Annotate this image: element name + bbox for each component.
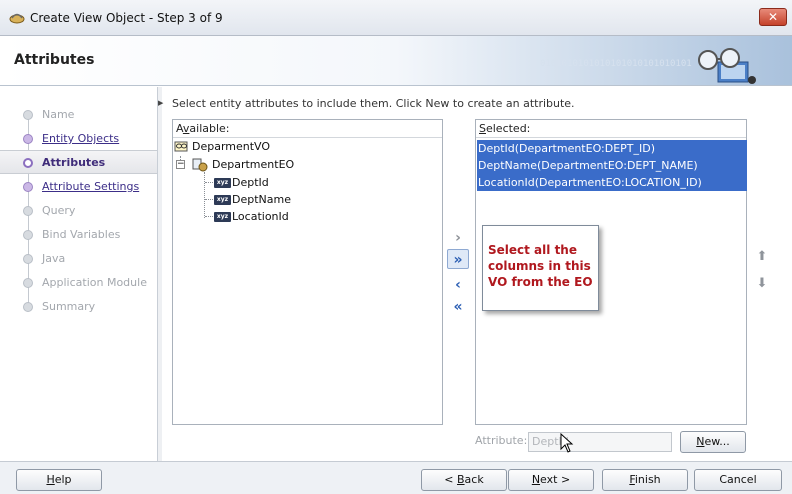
back-label: ack	[464, 473, 484, 486]
close-button[interactable]: ✕	[759, 8, 787, 26]
mouse-cursor-icon	[560, 433, 574, 453]
move-all-button[interactable]: »	[447, 249, 469, 269]
step-indicator-icon	[23, 206, 33, 216]
nav-step-java[interactable]: Java	[0, 247, 157, 271]
new-label: ew...	[704, 435, 730, 448]
selected-item[interactable]: LocationId(DepartmentEO:LOCATION_ID)	[477, 174, 747, 191]
view-object-icon	[698, 48, 756, 84]
new-button[interactable]: New...	[680, 431, 746, 453]
tree-node-attribute[interactable]: xyz DeptId	[214, 175, 334, 191]
next-button[interactable]: Next >	[508, 469, 594, 491]
attribute-field-label: Attribute:	[475, 434, 528, 447]
close-icon[interactable]: ✕	[768, 10, 778, 24]
title-bar: Create View Object - Step 3 of 9 ✕	[0, 0, 792, 36]
nav-step-label: Summary	[42, 300, 96, 313]
step-indicator-icon	[23, 158, 33, 168]
step-indicator-icon	[23, 254, 33, 264]
nav-step-application-module[interactable]: Application Module	[0, 271, 157, 295]
nav-step-query[interactable]: Query	[0, 199, 157, 223]
nav-step-label: Attributes	[42, 156, 106, 169]
tree-node-entity[interactable]: − DepartmentEO	[176, 157, 326, 173]
nav-splitter[interactable]: ▶	[158, 87, 163, 461]
back-button[interactable]: < Back	[421, 469, 507, 491]
page-title: Attributes	[14, 52, 95, 68]
selected-label-suffix: elected:	[485, 122, 531, 135]
step-indicator-icon	[23, 134, 33, 144]
finish-button[interactable]: Finish	[602, 469, 688, 491]
nav-step-label[interactable]: Attribute Settings	[42, 180, 139, 193]
step-indicator-icon	[23, 110, 33, 120]
tree-connector	[205, 182, 213, 183]
tree-node-attribute[interactable]: xyz DeptName	[214, 192, 334, 208]
nav-step-label: Name	[42, 108, 75, 121]
nav-step-label: Bind Variables	[42, 228, 121, 241]
collapse-toggle-icon[interactable]: −	[176, 160, 185, 169]
available-label: Available:	[176, 122, 230, 135]
wizard-steps-nav: Name Entity Objects Attributes Attribute…	[0, 87, 158, 461]
attribute-icon: xyz	[214, 212, 231, 222]
nav-step-label: Application Module	[42, 276, 147, 289]
step-indicator-icon	[23, 230, 33, 240]
tree-node-label: DeptName	[232, 193, 291, 206]
entity-object-icon	[192, 158, 208, 172]
available-label-suffix: ailable:	[189, 122, 230, 135]
remove-button[interactable]: ‹	[447, 275, 469, 295]
window-title: Create View Object - Step 3 of 9	[30, 11, 223, 25]
selected-label-mnemonic: S	[479, 122, 486, 135]
selected-item[interactable]: DeptName(DepartmentEO:DEPT_NAME)	[477, 157, 747, 174]
attribute-icon: xyz	[214, 178, 231, 188]
help-mnemonic: H	[46, 473, 55, 486]
nav-step-bind-variables[interactable]: Bind Variables	[0, 223, 157, 247]
nav-step-entity-objects[interactable]: Entity Objects	[0, 127, 157, 151]
nav-step-attributes[interactable]: Attributes	[0, 150, 157, 174]
callout-annotation: Select all the columns in this VO from t…	[482, 225, 599, 311]
finish-label: inish	[634, 473, 661, 486]
selected-label: Selected:	[479, 122, 530, 135]
step-indicator-icon	[23, 182, 33, 192]
tree-node-label: DepartmentEO	[212, 158, 295, 171]
attribute-icon: xyz	[214, 195, 231, 205]
nav-step-label[interactable]: Entity Objects	[42, 132, 119, 145]
back-mnemonic: B	[457, 473, 465, 486]
instruction-text: Select entity attributes to include them…	[172, 97, 575, 110]
nav-step-label: Query	[42, 204, 76, 217]
nav-step-attribute-settings[interactable]: Attribute Settings	[0, 175, 157, 199]
view-object-node-icon	[174, 141, 188, 152]
remove-all-button[interactable]: «	[447, 297, 469, 317]
nav-step-summary[interactable]: Summary	[0, 295, 157, 319]
nav-step-label: Java	[42, 252, 66, 265]
binary-decoration: 0101010101010101010101010101	[540, 59, 692, 69]
tree-node-attribute[interactable]: xyz LocationId	[214, 209, 334, 225]
help-label: elp	[54, 473, 72, 486]
tree-node-label: DeptId	[232, 176, 269, 189]
nav-step-name[interactable]: Name	[0, 103, 157, 127]
tree-connector	[205, 199, 213, 200]
tree-node-label: DeparmentVO	[192, 140, 271, 153]
next-label: ext >	[540, 473, 571, 486]
move-button[interactable]: ›	[447, 228, 469, 248]
move-down-icon[interactable]: ⬇	[754, 276, 770, 292]
tree-node-vo[interactable]: DeparmentVO	[174, 139, 324, 155]
page-header: Attributes 0101010101010101010101010101	[0, 36, 792, 86]
tree-connector	[204, 172, 205, 218]
move-up-icon[interactable]: ⬆	[754, 249, 770, 265]
collapse-arrow-icon[interactable]: ▶	[158, 99, 163, 107]
tree-node-label: LocationId	[232, 210, 289, 223]
app-icon	[9, 13, 25, 24]
help-button[interactable]: Help	[16, 469, 102, 491]
step-indicator-icon	[23, 278, 33, 288]
back-prefix: <	[444, 473, 457, 486]
available-label-prefix: A	[176, 122, 183, 135]
step-indicator-icon	[23, 302, 33, 312]
cancel-button[interactable]: Cancel	[694, 469, 782, 491]
next-mnemonic: N	[531, 473, 541, 486]
tree-connector	[205, 216, 213, 217]
selected-item[interactable]: DeptId(DepartmentEO:DEPT_ID)	[477, 140, 747, 157]
attribute-field[interactable]: DeptId	[528, 432, 672, 452]
